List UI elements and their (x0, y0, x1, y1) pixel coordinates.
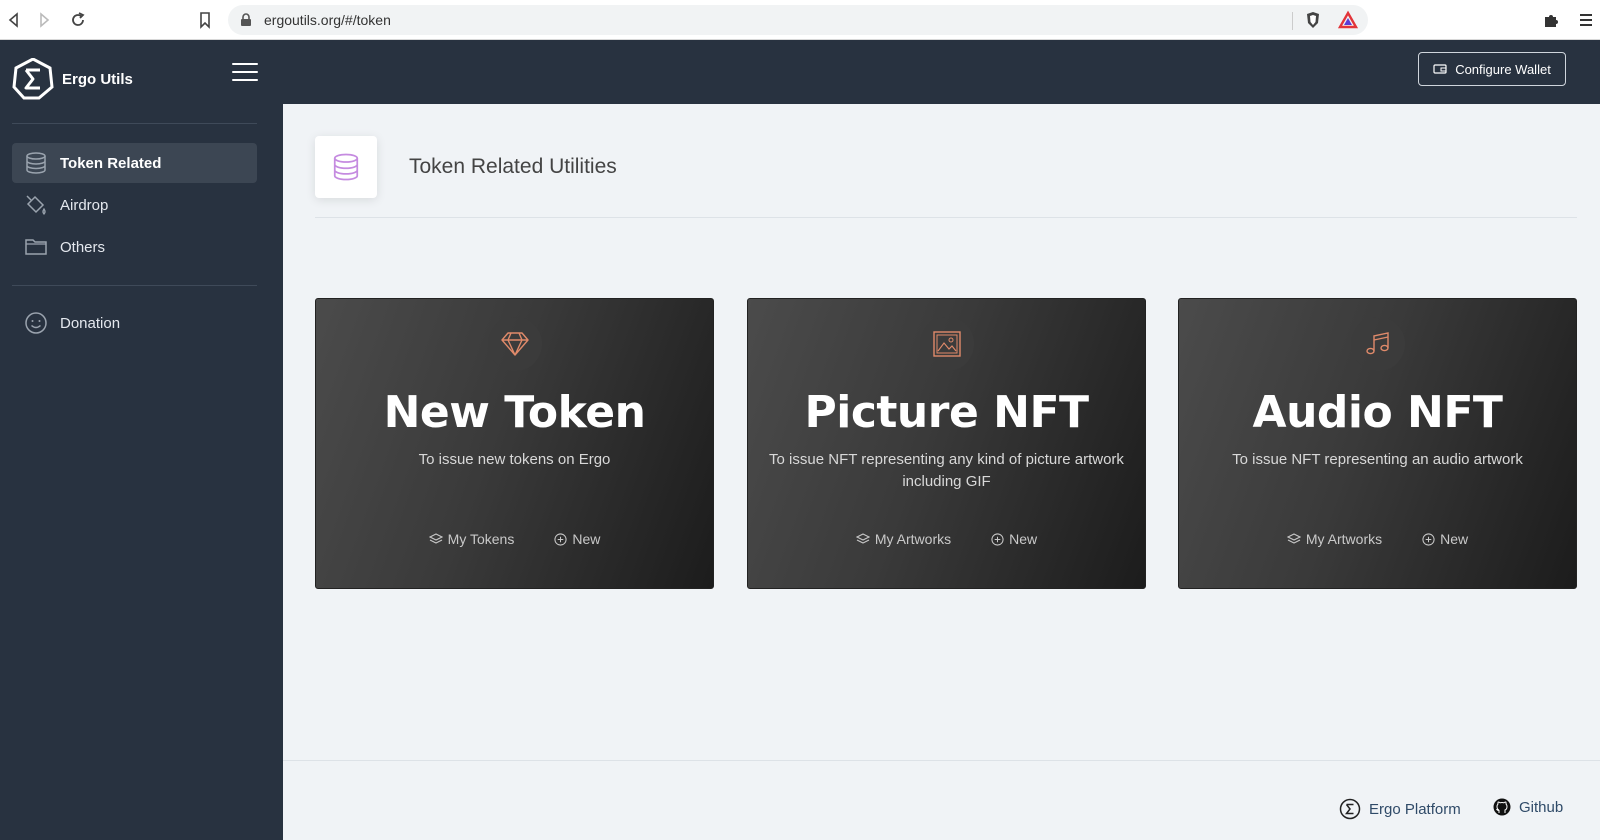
sidebar-item-token-related[interactable]: Token Related (12, 143, 257, 183)
layers-icon (855, 533, 870, 544)
main-content: Token Related Utilities New Token To iss… (283, 104, 1600, 840)
page-icon-box (315, 136, 377, 198)
lock-icon (241, 13, 251, 26)
sidebar-item-label: Others (60, 238, 106, 256)
plus-circle-icon (554, 532, 567, 546)
card-new-token[interactable]: New Token To issue new tokens on Ergo My… (315, 298, 714, 589)
card-icon-circle (487, 317, 542, 371)
card-icon-circle (1350, 317, 1405, 371)
new-label: New (572, 531, 601, 547)
brand[interactable]: Ergo Utils (12, 58, 133, 100)
sidebar-divider (12, 285, 257, 286)
brave-rewards-icon[interactable] (1338, 10, 1358, 30)
sidebar-item-donation[interactable]: Donation (12, 303, 257, 343)
card-links: My Tokens New (316, 531, 713, 547)
sidebar-item-label: Airdrop (60, 196, 109, 214)
database-icon (333, 153, 359, 181)
new-label: New (1440, 531, 1469, 547)
extensions-icon[interactable] (1541, 10, 1561, 30)
plus-circle-icon (1422, 532, 1435, 546)
card-audio-nft[interactable]: Audio NFT To issue NFT representing an a… (1178, 298, 1577, 589)
top-header: Configure Wallet (283, 40, 1600, 104)
card-title: New Token (383, 387, 646, 438)
my-tokens-link[interactable]: My Tokens (428, 531, 515, 547)
card-title: Audio NFT (1252, 387, 1503, 438)
sidebar-divider (12, 123, 257, 124)
back-icon[interactable] (4, 10, 24, 30)
wallet-icon (1433, 64, 1447, 74)
card-links: My Artworks New (1179, 531, 1576, 547)
card-description: To issue NFT representing any kind of pi… (769, 451, 1124, 490)
my-artworks-link[interactable]: My Artworks (1286, 531, 1383, 547)
sidebar-item-others[interactable]: Others (12, 227, 257, 267)
reload-icon[interactable] (68, 10, 88, 30)
plus-circle-icon (991, 532, 1004, 546)
paint-bucket-icon (26, 195, 46, 215)
folder-icon (25, 239, 47, 255)
card-picture-nft[interactable]: Picture NFT To issue NFT representing an… (747, 298, 1146, 589)
brand-name: Ergo Utils (62, 70, 133, 88)
card-icon-circle (919, 317, 974, 371)
card-title: Picture NFT (804, 387, 1089, 438)
address-bar[interactable]: ergoutils.org/#/token (228, 5, 1368, 35)
new-token-link[interactable]: New (554, 531, 600, 547)
layers-icon (428, 533, 443, 544)
my-artworks-label: My Artworks (874, 531, 952, 547)
layers-icon (1286, 533, 1301, 544)
image-icon (932, 331, 961, 357)
footer-divider (283, 760, 1600, 761)
ergo-logo-icon (12, 58, 54, 100)
sidebar-item-airdrop[interactable]: Airdrop (12, 185, 257, 225)
sidebar-toggle-button[interactable] (232, 63, 258, 83)
new-picture-nft-link[interactable]: New (991, 531, 1037, 547)
page-title: Token Related Utilities (409, 155, 617, 178)
github-link[interactable]: Github (1493, 798, 1563, 816)
ergo-platform-label: Ergo Platform (1369, 800, 1461, 818)
configure-wallet-button[interactable]: Configure Wallet (1418, 52, 1566, 86)
menu-icon[interactable] (1576, 10, 1596, 30)
card-description: To issue NFT representing an audio artwo… (1232, 451, 1523, 468)
sidebar: Ergo Utils Token Related Airdrop Others … (0, 40, 283, 840)
my-tokens-label: My Tokens (447, 531, 515, 547)
header-divider (315, 217, 1577, 218)
card-links: My Artworks New (748, 531, 1145, 547)
my-artworks-link[interactable]: My Artworks (855, 531, 952, 547)
page-header: Token Related Utilities (315, 136, 617, 198)
sidebar-item-label: Token Related (60, 154, 162, 172)
forward-icon[interactable] (34, 10, 54, 30)
music-icon (1365, 332, 1389, 355)
new-audio-nft-link[interactable]: New (1422, 531, 1468, 547)
github-label: Github (1519, 798, 1564, 816)
github-icon (1493, 798, 1511, 816)
ergo-logo-icon (1339, 798, 1361, 820)
url-text: ergoutils.org/#/token (264, 12, 391, 28)
ergo-platform-link[interactable]: Ergo Platform (1339, 798, 1461, 820)
sidebar-item-label: Donation (60, 314, 121, 332)
smile-icon (25, 312, 47, 334)
browser-toolbar: ergoutils.org/#/token (0, 0, 1600, 40)
configure-wallet-label: Configure Wallet (1455, 61, 1551, 77)
bookmark-icon[interactable] (195, 10, 215, 30)
my-artworks-label: My Artworks (1305, 531, 1383, 547)
database-icon (26, 152, 46, 174)
new-label: New (1009, 531, 1038, 547)
diamond-icon (500, 332, 529, 356)
toolbar-divider (1292, 12, 1293, 30)
brave-shield-icon[interactable] (1303, 10, 1323, 30)
card-description: To issue new tokens on Ergo (418, 451, 611, 468)
